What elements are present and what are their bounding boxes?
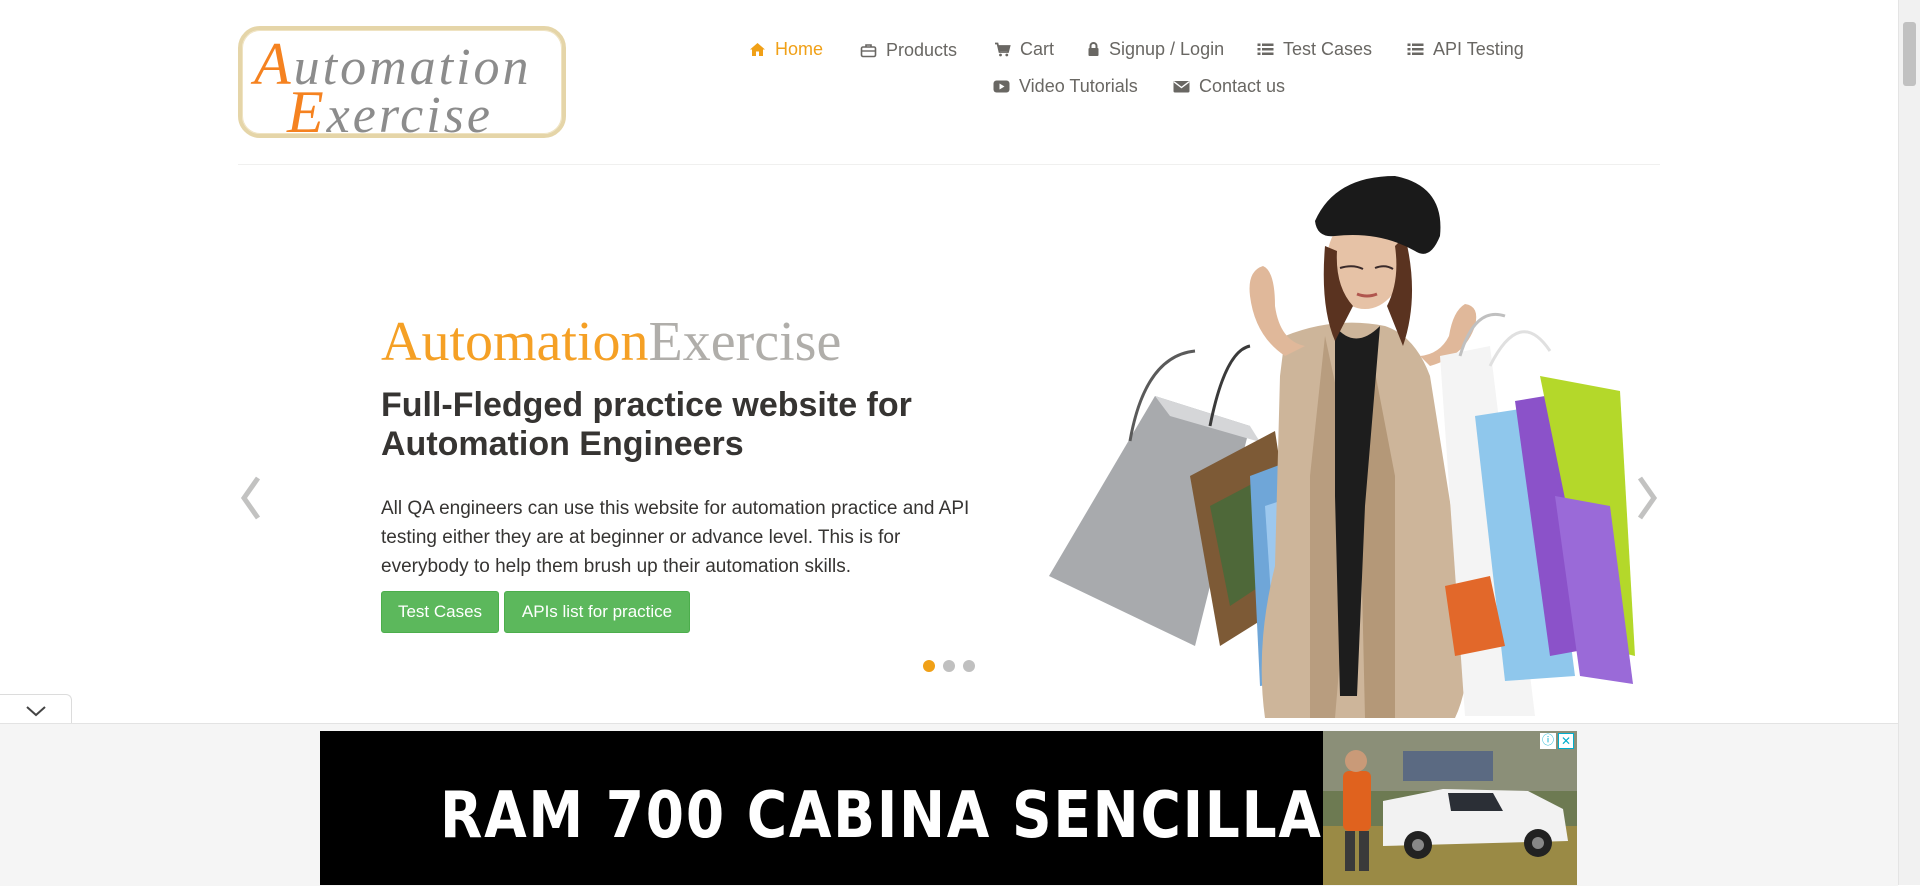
cart-icon — [994, 41, 1011, 58]
nav-signup-login[interactable]: Signup / Login — [1087, 39, 1224, 60]
collapse-ad-tab[interactable] — [0, 694, 72, 724]
slide-description: All QA engineers can use this website fo… — [381, 498, 970, 577]
list-icon — [1407, 41, 1424, 58]
carousel-dot-1[interactable] — [923, 660, 935, 672]
hero-shopping-girl-image — [1049, 176, 1635, 718]
nav-signup-login-label: Signup / Login — [1109, 39, 1225, 59]
nav-video-tutorials[interactable]: Video Tutorials — [993, 76, 1138, 97]
nav-cart-label: Cart — [1020, 39, 1055, 59]
nav-test-cases[interactable]: Test Cases — [1257, 39, 1372, 60]
nav-api-testing[interactable]: API Testing — [1407, 39, 1524, 60]
list-icon — [1257, 41, 1274, 58]
lock-icon — [1087, 41, 1100, 58]
ad-truck-image — [1323, 731, 1577, 885]
carousel-dot-2[interactable] — [943, 660, 955, 672]
page: Automation Exercise Home Products Cart S… — [0, 0, 1898, 886]
ad-info-icon[interactable]: ⓘ — [1540, 733, 1556, 749]
ad-banner[interactable]: RAM 700 CABINA SENCILLA — [320, 731, 1577, 885]
chevron-left-icon — [240, 476, 261, 520]
chevron-down-icon — [26, 706, 46, 717]
slide-headline: Full-Fledged practice website for Automa… — [381, 386, 912, 463]
nav-video-tutorials-label: Video Tutorials — [1019, 76, 1138, 96]
carousel-next-arrow[interactable] — [1632, 472, 1662, 524]
header-divider — [238, 164, 1660, 165]
test-cases-button[interactable]: Test Cases — [381, 591, 499, 633]
nav-api-testing-label: API Testing — [1433, 39, 1524, 59]
home-icon — [749, 41, 766, 58]
ad-headline: RAM 700 CABINA SENCILLA — [440, 779, 1323, 853]
carousel-dot-3[interactable] — [963, 660, 975, 672]
slide-brand: AutomationExercise — [381, 311, 842, 373]
page-scrollbar[interactable] — [1898, 0, 1920, 885]
nav-home[interactable]: Home — [749, 39, 823, 60]
nav-contact-us-label: Contact us — [1199, 76, 1286, 96]
nav-test-cases-label: Test Cases — [1283, 39, 1373, 59]
envelope-icon — [1173, 78, 1190, 95]
nav-products-label: Products — [886, 40, 958, 60]
carousel-prev-arrow[interactable] — [236, 472, 266, 524]
youtube-icon — [993, 78, 1010, 95]
logo-line-2: Exercise — [287, 79, 493, 145]
nav-products[interactable]: Products — [860, 40, 957, 61]
site-logo[interactable]: Automation Exercise — [238, 26, 566, 145]
nav-home-label: Home — [775, 39, 824, 59]
scrollbar-thumb[interactable] — [1903, 22, 1916, 86]
apis-list-button[interactable]: APIs list for practice — [504, 591, 690, 633]
chevron-right-icon — [1637, 476, 1658, 520]
nav-cart[interactable]: Cart — [994, 39, 1054, 60]
briefcase-icon — [860, 42, 877, 59]
nav-contact-us[interactable]: Contact us — [1173, 76, 1285, 97]
ad-close-icon[interactable]: ✕ — [1558, 733, 1574, 749]
